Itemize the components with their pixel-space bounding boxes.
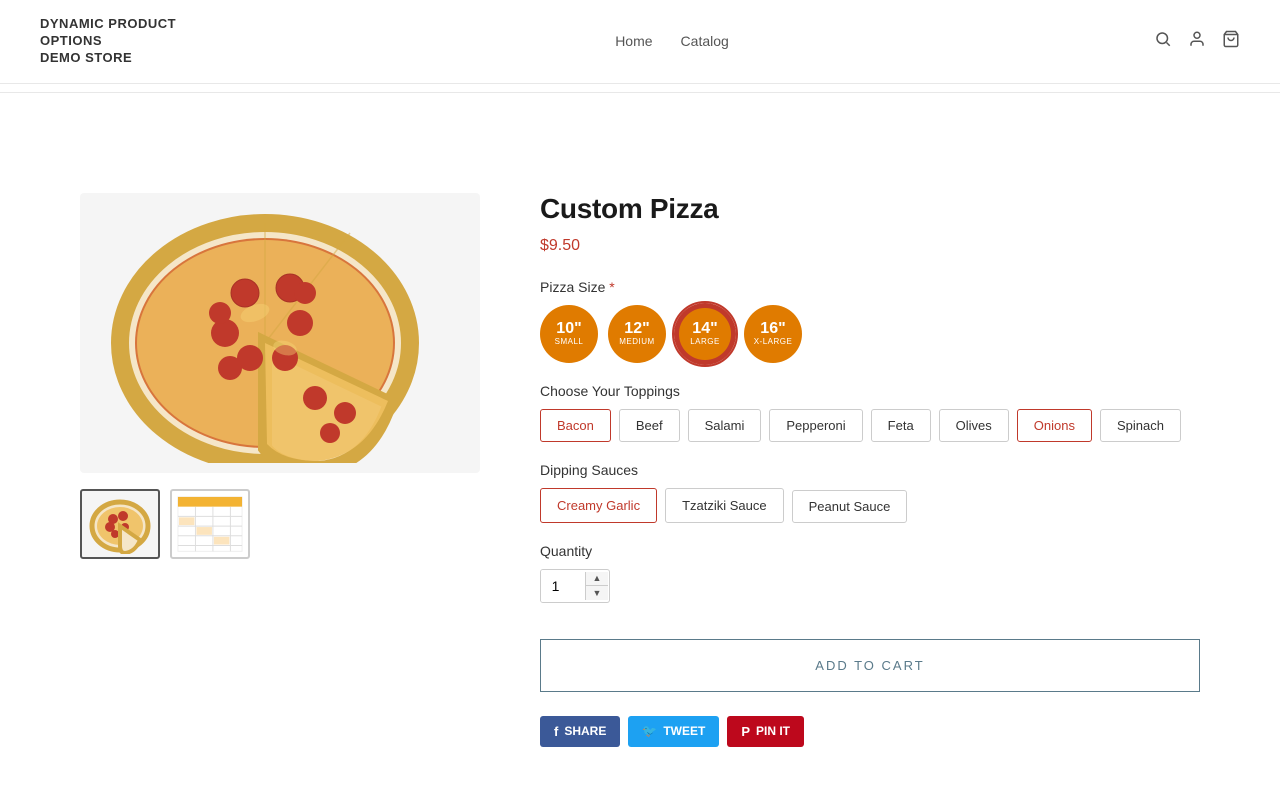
product-title: Custom Pizza [540,193,1200,225]
size-16[interactable]: 16" X-LARGE [744,305,802,363]
header-actions [1154,30,1240,53]
pinterest-icon: P [741,724,750,739]
sauce-peanut[interactable]: Peanut Sauce [792,490,908,523]
pin-label: PIN IT [756,724,790,738]
twitter-icon: 🐦 [642,724,657,738]
topping-salami[interactable]: Salami [688,409,762,442]
size-section: Pizza Size * 10" SMALL 12" MEDIUM 14" LA… [540,279,1200,363]
size-16-num: 16" [760,321,785,337]
login-icon[interactable] [1188,30,1206,53]
size-label: Pizza Size * [540,279,1200,295]
size-12[interactable]: 12" MEDIUM [608,305,666,363]
quantity-wrapper: ▲ ▼ [540,569,610,603]
thumbnail-row [80,489,480,559]
topping-pepperoni[interactable]: Pepperoni [769,409,862,442]
toppings-label: Choose Your Toppings [540,383,1200,399]
main-product-image [80,193,480,473]
product-price: $9.50 [540,237,1200,255]
facebook-icon: f [554,724,558,739]
topping-olives[interactable]: Olives [939,409,1009,442]
sauces-label: Dipping Sauces [540,462,1200,478]
pinterest-pin-button[interactable]: P PIN IT [727,716,804,747]
topping-onions[interactable]: Onions [1017,409,1092,442]
required-star: * [609,279,614,295]
twitter-tweet-button[interactable]: 🐦 TWEET [628,716,719,747]
quantity-section: Quantity ▲ ▼ [540,543,1200,603]
size-14-num: 14" [692,321,717,337]
search-icon[interactable] [1154,30,1172,53]
social-share: f SHARE 🐦 TWEET P PIN IT [540,716,1200,747]
nav-catalog[interactable]: Catalog [681,33,729,49]
quantity-down[interactable]: ▼ [586,586,608,600]
cart-icon[interactable] [1222,30,1240,53]
size-12-num: 12" [624,321,649,337]
main-nav: Home Catalog [615,33,729,49]
product-images [80,193,480,747]
sauce-creamy-garlic[interactable]: Creamy Garlic [540,488,657,523]
product-info: Custom Pizza $9.50 Pizza Size * 10" SMAL… [540,193,1200,747]
topping-bacon[interactable]: Bacon [540,409,611,442]
size-10-sub: SMALL [555,337,584,346]
facebook-share-button[interactable]: f SHARE [540,716,620,747]
store-name: DYNAMIC PRODUCT OPTIONS DEMO STORE [40,16,190,67]
topping-spinach[interactable]: Spinach [1100,409,1181,442]
sauce-tzatziki[interactable]: Tzatziki Sauce [665,488,784,523]
product-page: Custom Pizza $9.50 Pizza Size * 10" SMAL… [0,133,1280,807]
topping-feta[interactable]: Feta [871,409,931,442]
toppings-section: Choose Your Toppings Bacon Beef Salami P… [540,383,1200,442]
size-14[interactable]: 14" LARGE [676,305,734,363]
sauce-options: Creamy Garlic Tzatziki Sauce Peanut Sauc… [540,488,1200,523]
size-10-num: 10" [556,321,581,337]
sauces-section: Dipping Sauces Creamy Garlic Tzatziki Sa… [540,462,1200,523]
quantity-up[interactable]: ▲ [586,572,608,586]
thumbnail-pizza[interactable] [80,489,160,559]
topping-beef[interactable]: Beef [619,409,680,442]
nav-home[interactable]: Home [615,33,652,49]
quantity-spinners: ▲ ▼ [585,572,608,600]
topping-options: Bacon Beef Salami Pepperoni Feta Olives … [540,409,1200,442]
add-to-cart-button[interactable]: ADD TO CART [540,639,1200,692]
size-16-sub: X-LARGE [754,337,793,346]
size-12-sub: MEDIUM [619,337,654,346]
thumbnail-table[interactable] [170,489,250,559]
quantity-input[interactable] [541,570,585,602]
size-10[interactable]: 10" SMALL [540,305,598,363]
size-14-sub: LARGE [690,337,720,346]
site-header: DYNAMIC PRODUCT OPTIONS DEMO STORE Home … [0,0,1280,93]
tweet-label: TWEET [663,724,705,738]
size-options: 10" SMALL 12" MEDIUM 14" LARGE 16" X-LAR… [540,305,1200,363]
share-label: SHARE [564,724,606,738]
quantity-label: Quantity [540,543,1200,559]
